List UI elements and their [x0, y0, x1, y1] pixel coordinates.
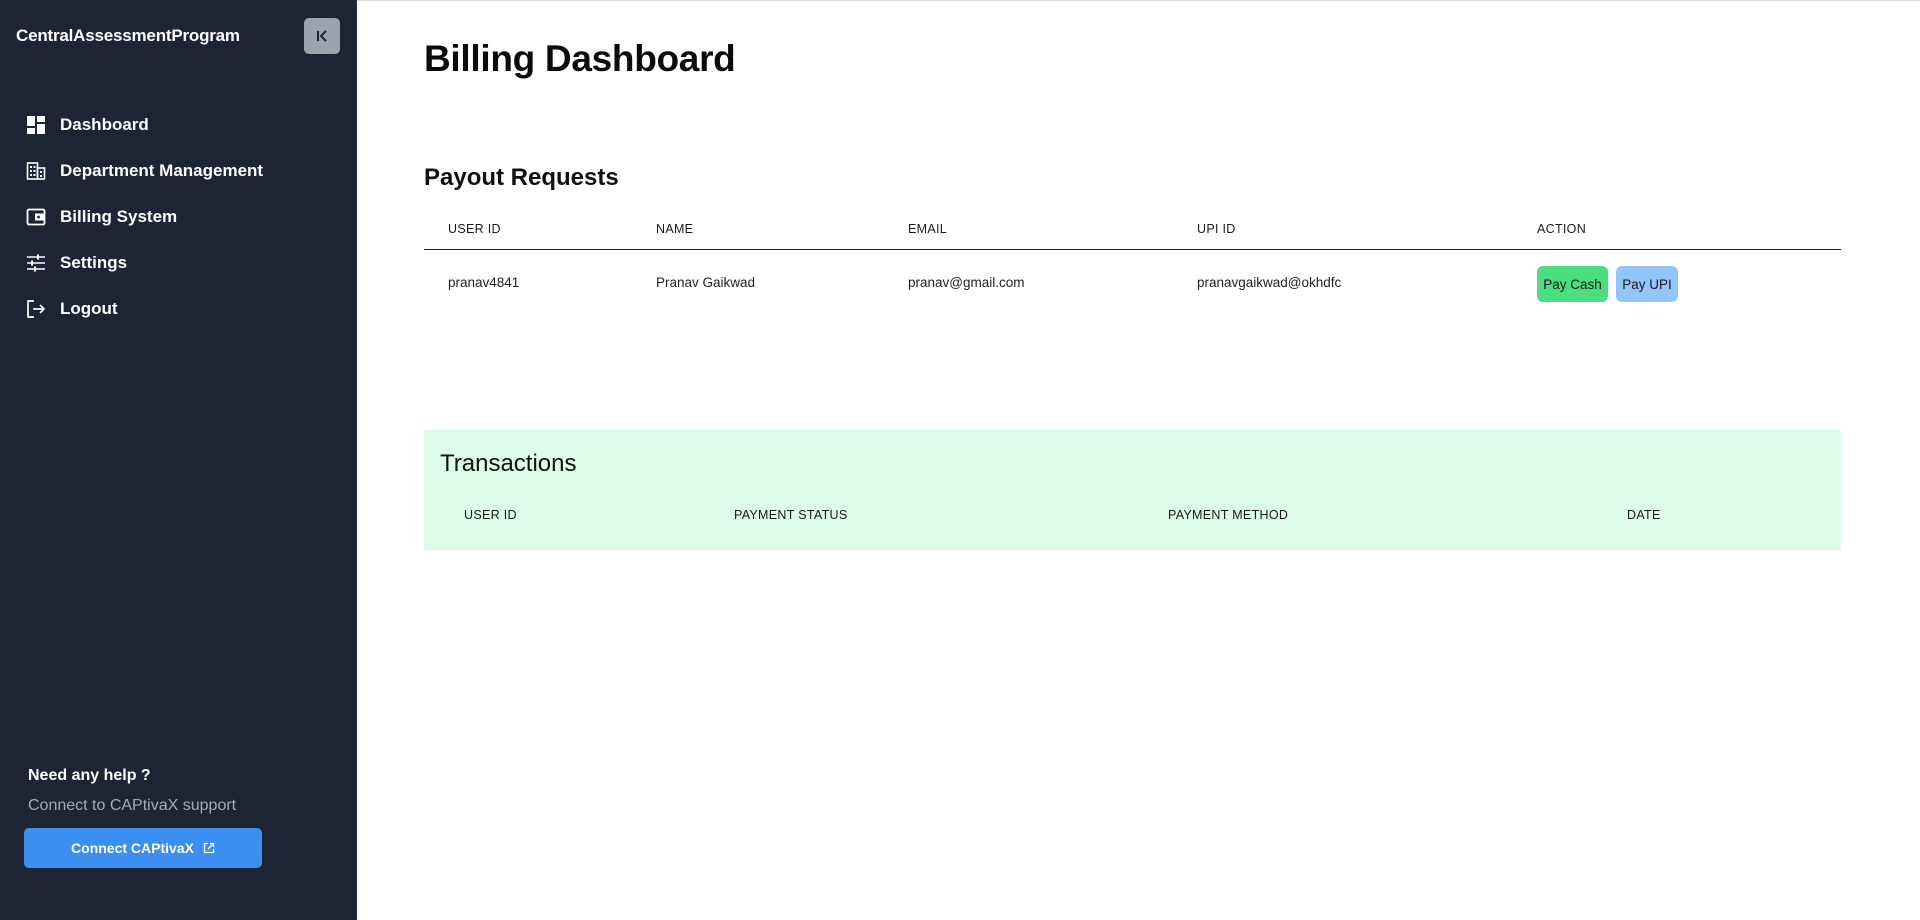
help-section: Need any help ? Connect to CAPtivaX supp… — [28, 767, 236, 815]
transactions-panel: Transactions USER ID PAYMENT STATUS PAYM… — [424, 430, 1841, 550]
column-header-date: DATE — [1627, 508, 1661, 522]
column-header-user-id: USER ID — [464, 508, 517, 522]
connect-button-label: Connect CAPtivaX — [71, 840, 194, 856]
column-header-payment-method: PAYMENT METHOD — [1168, 508, 1289, 522]
pay-cash-button[interactable]: Pay Cash — [1537, 266, 1608, 302]
column-header-email: EMAIL — [908, 222, 948, 236]
dashboard-icon — [25, 114, 47, 136]
collapse-left-icon — [317, 30, 327, 42]
help-title: Need any help ? — [28, 767, 151, 784]
sliders-icon — [25, 252, 47, 274]
payout-requests-table: USER ID NAME EMAIL UPI ID ACTION pranav4… — [424, 218, 1841, 320]
cell-name: Pranav Gaikwad — [656, 275, 756, 290]
connect-captivax-button[interactable]: Connect CAPtivaX — [24, 828, 262, 868]
sidebar-item-dashboard[interactable]: Dashboard — [0, 102, 357, 148]
sidebar-item-label: Department Management — [60, 161, 264, 180]
logout-icon — [25, 298, 47, 320]
column-header-action: ACTION — [1537, 222, 1587, 236]
brand-name: CentralAssessmentProgram — [16, 26, 240, 45]
sidebar-item-department-management[interactable]: Department Management — [0, 148, 357, 194]
sidebar-item-billing-system[interactable]: Billing System — [0, 194, 357, 240]
table-header: USER ID NAME EMAIL UPI ID ACTION — [424, 218, 1841, 250]
sidebar-item-label: Settings — [60, 253, 128, 272]
sidebar-item-label: Dashboard — [60, 115, 149, 134]
column-header-user-id: USER ID — [448, 222, 501, 236]
sidebar-item-logout[interactable]: Logout — [0, 286, 357, 332]
collapse-sidebar-button[interactable] — [304, 18, 340, 54]
sidebar-nav: Dashboard Department Management Billing … — [0, 102, 357, 332]
sidebar: CentralAssessmentProgram Dashboard Depar… — [0, 0, 357, 920]
top-divider — [357, 0, 1920, 1]
cell-user-id: pranav4841 — [448, 275, 520, 290]
cell-email: pranav@gmail.com — [908, 275, 1025, 290]
external-link-icon — [203, 842, 215, 854]
column-header-name: NAME — [656, 222, 694, 236]
pay-upi-button[interactable]: Pay UPI — [1616, 266, 1678, 302]
page-title: Billing Dashboard — [424, 38, 736, 79]
sidebar-item-settings[interactable]: Settings — [0, 240, 357, 286]
help-subtitle: Connect to CAPtivaX support — [28, 797, 237, 814]
column-header-upi-id: UPI ID — [1197, 222, 1236, 236]
transactions-title: Transactions — [440, 450, 577, 477]
payout-requests-title: Payout Requests — [424, 164, 619, 191]
building-icon — [25, 160, 47, 182]
sidebar-item-label: Billing System — [60, 207, 178, 226]
cell-upi-id: pranavgaikwad@okhdfc — [1197, 275, 1342, 290]
sidebar-item-label: Logout — [60, 299, 118, 318]
wallet-icon — [25, 206, 47, 228]
table-row: pranav4841 Pranav Gaikwad pranav@gmail.c… — [424, 250, 1841, 320]
column-header-payment-status: PAYMENT STATUS — [734, 508, 848, 522]
